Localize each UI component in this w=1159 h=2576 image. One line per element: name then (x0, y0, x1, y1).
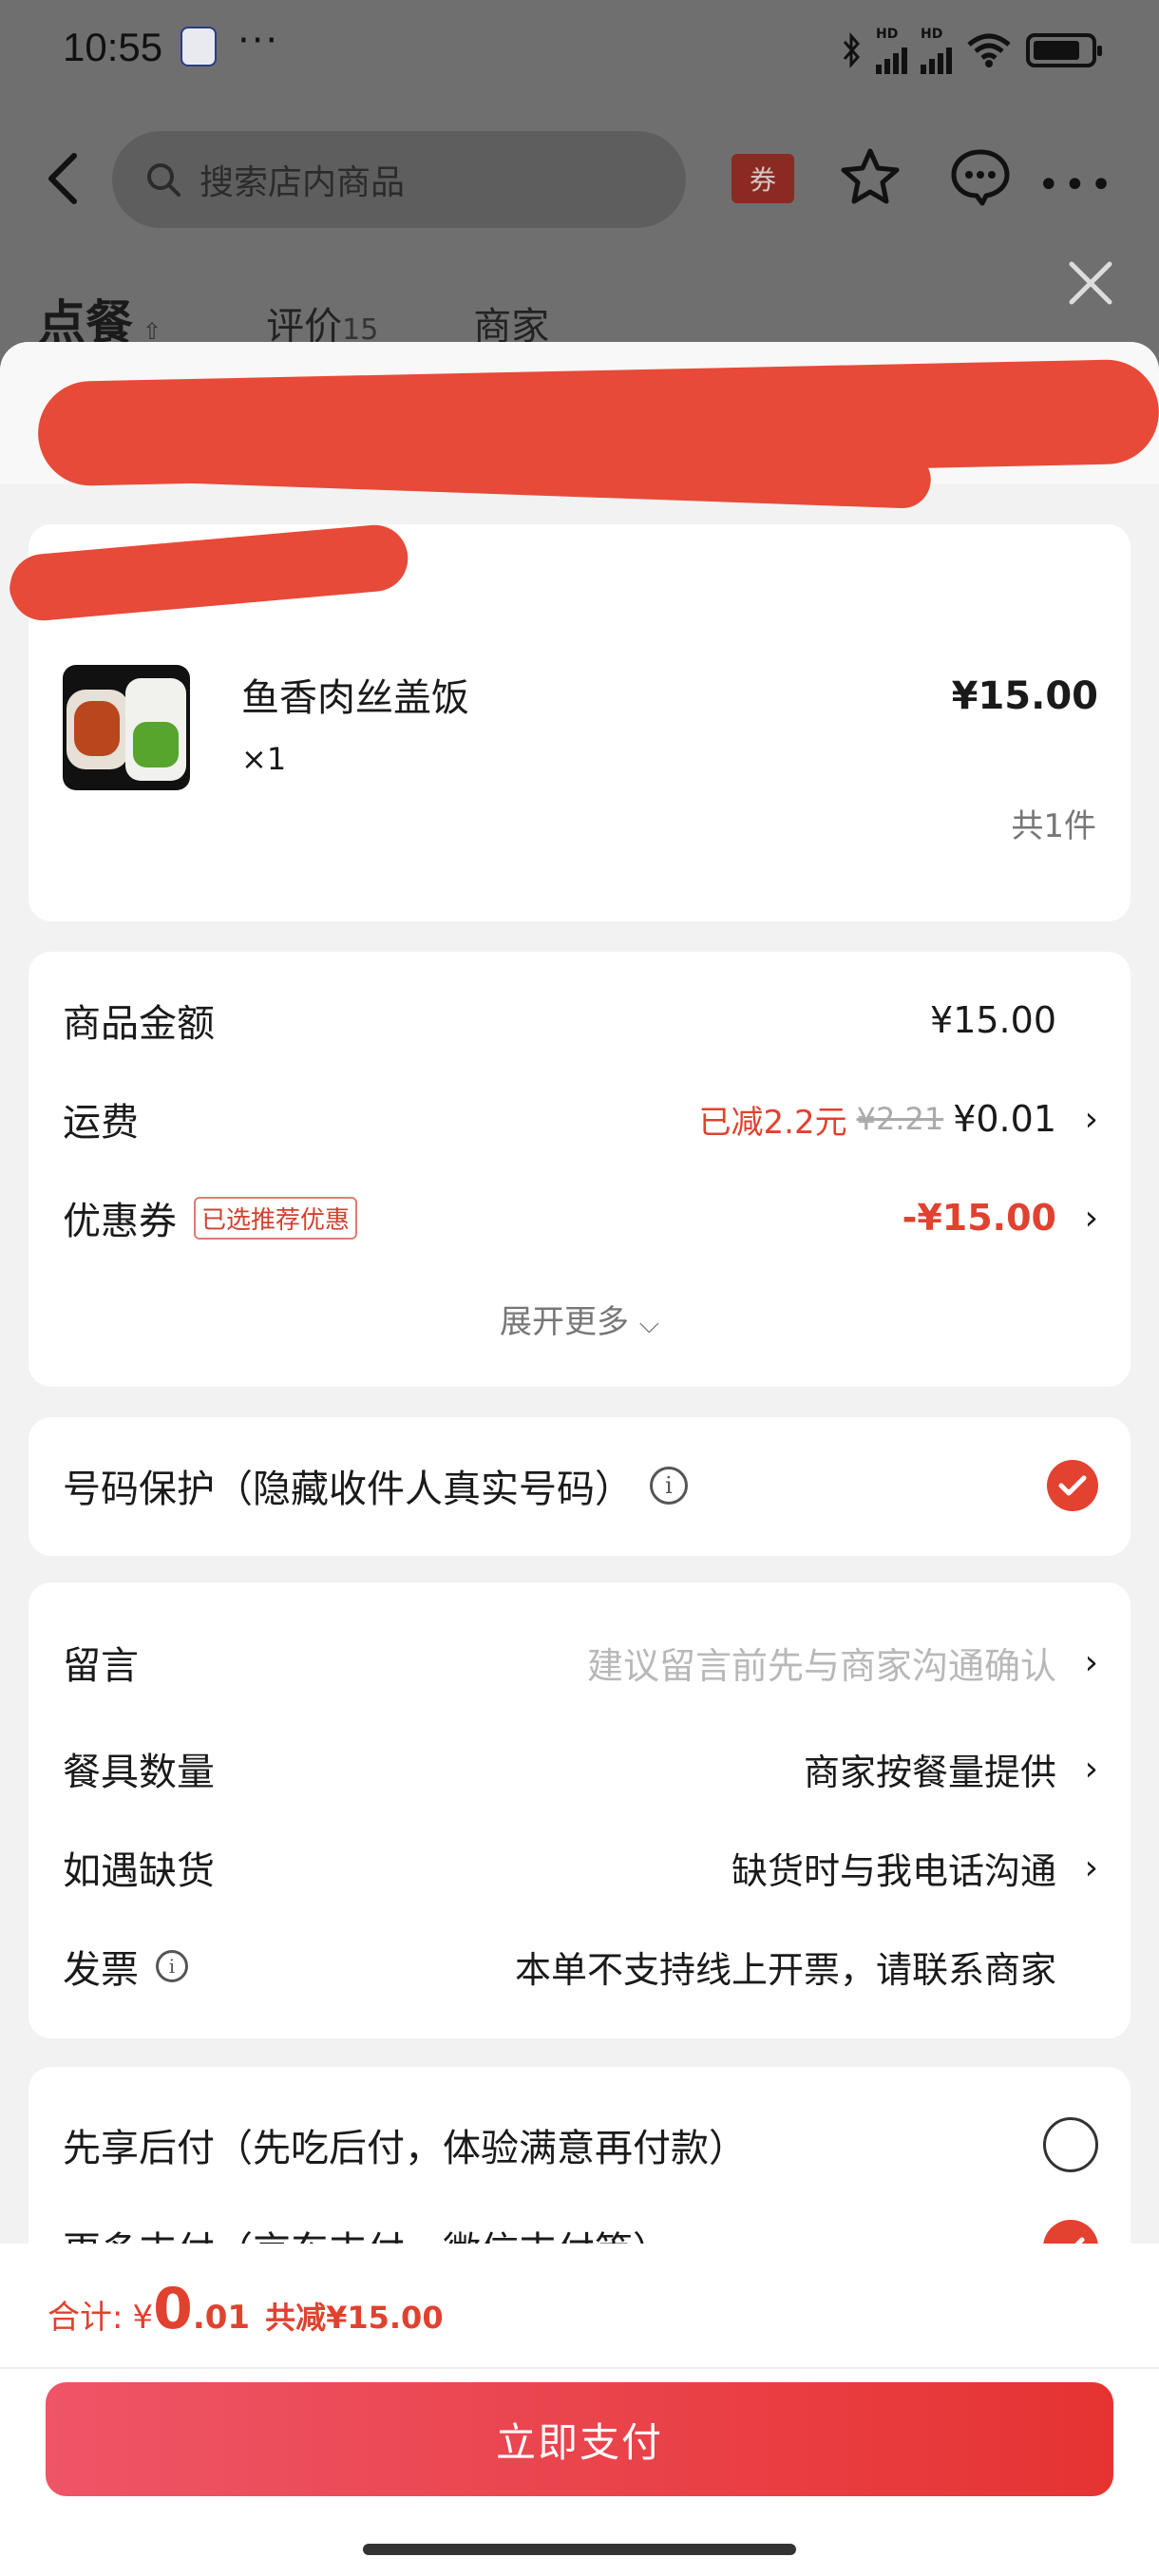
customer-service-icon[interactable] (948, 146, 1015, 207)
goods-amount-value: ¥15.00 (930, 999, 1056, 1041)
chevron-right-icon: › (1084, 1642, 1098, 1682)
total-currency: ¥ (132, 2299, 154, 2337)
signal-icon-2 (921, 42, 952, 74)
pay-later-radio[interactable] (1043, 2117, 1098, 2172)
fees-card: 商品金额 ¥15.00 运费 已减2.2元 ¥2.21 ¥0.01 › 优惠券 … (28, 952, 1130, 1387)
shipping-label: 运费 (63, 1101, 139, 1145)
total-saved: 共减¥15.00 (265, 2300, 444, 2336)
message-label: 留言 (63, 1644, 139, 1688)
back-arrow-icon[interactable] (42, 150, 84, 207)
info-icon[interactable]: i (650, 1467, 688, 1505)
stockout-label: 如遇缺货 (63, 1849, 215, 1893)
shipping-amount: ¥0.01 (953, 1098, 1056, 1140)
shipping-row[interactable]: 运费 已减2.2元 ¥2.21 ¥0.01 › (63, 1090, 1098, 1147)
privacy-card: 号码保护（隐藏收件人真实号码） i (28, 1417, 1130, 1556)
search-row: 搜索店内商品 券 ••• (0, 123, 1159, 228)
shipping-discount: 已减2.2元 (698, 1103, 847, 1142)
hd-label-1: HD (876, 27, 899, 42)
number-protection-checkbox[interactable] (1047, 1460, 1098, 1511)
chevron-right-icon: › (1084, 1847, 1098, 1887)
checkout-sheet: 鱼香肉丝盖饭 ×1 ¥15.00 共1件 商品金额 ¥15.00 运费 已减2.… (0, 342, 1159, 2576)
info-icon[interactable]: i (156, 1950, 188, 1982)
total-label: 合计: (48, 2299, 124, 2337)
checkout-bar: 合计: ¥ 0 .01 共减¥15.00 立即支付 (0, 2244, 1159, 2576)
goods-amount-label: 商品金额 (63, 1002, 215, 1046)
status-bar: 10:55 ··· HD HD (0, 0, 1159, 95)
battery-icon (1026, 33, 1102, 67)
number-protection-row[interactable]: 号码保护（隐藏收件人真实号码） i (63, 1457, 1098, 1514)
chevron-right-icon: › (1084, 1198, 1098, 1238)
invoice-row: 发票 i 本单不支持线上开票，请联系商家 (63, 1938, 1098, 1995)
coupon-row[interactable]: 优惠券 已选推荐优惠 -¥15.00 › (63, 1189, 1098, 1246)
message-row[interactable]: 留言 建议留言前先与商家沟通确认 › (63, 1634, 1098, 1691)
total-integer: 0 (153, 2276, 193, 2342)
divider (0, 2367, 1159, 2369)
chevron-right-icon: › (1084, 1749, 1098, 1789)
product-quantity: ×1 (241, 741, 287, 777)
coupon-amount: -¥15.00 (902, 1197, 1056, 1239)
pay-later-row[interactable]: 先享后付（先吃后付，体验满意再付款） (63, 2116, 1098, 2173)
favorite-star-icon[interactable] (840, 146, 901, 207)
search-icon (147, 163, 180, 197)
chevron-down-icon: ⌵ (638, 1308, 660, 1339)
product-item[interactable]: 鱼香肉丝盖饭 ×1 ¥15.00 (63, 665, 1098, 798)
order-total: 合计: ¥ 0 .01 共减¥15.00 (48, 2276, 444, 2342)
invoice-value: 本单不支持线上开票，请联系商家 (514, 1948, 1056, 1991)
pay-now-button[interactable]: 立即支付 (46, 2382, 1113, 2496)
order-options-card: 留言 建议留言前先与商家沟通确认 › 餐具数量 商家按餐量提供 › 如遇缺货 缺… (28, 1582, 1130, 2038)
app-notification-icon (180, 27, 217, 66)
signal-icon (876, 42, 907, 74)
chevron-right-icon: › (1084, 1099, 1098, 1139)
goods-amount-row: 商品金额 ¥15.00 (63, 992, 1098, 1049)
hd-label-2: HD (921, 27, 943, 42)
more-options-icon[interactable]: ••• (1037, 163, 1116, 207)
stockout-value: 缺货时与我电话沟通 (731, 1849, 1056, 1892)
status-time: 10:55 (63, 25, 163, 69)
tab-order-arrow-icon: ⇧ (142, 318, 162, 345)
tableware-value: 商家按餐量提供 (803, 1751, 1056, 1793)
tableware-label: 餐具数量 (63, 1751, 215, 1794)
bluetooth-icon (843, 32, 860, 68)
status-icons: HD HD (842, 27, 1102, 74)
product-image (63, 665, 190, 790)
expand-more-button[interactable]: 展开更多 ⌵ (28, 1296, 1130, 1342)
coupon-badge: 已选推荐优惠 (194, 1196, 358, 1240)
order-items-card: 鱼香肉丝盖饭 ×1 ¥15.00 共1件 (7, 521, 1130, 921)
background-page: 10:55 ··· HD HD 搜索店内商品 券 ••• 点餐 ⇧ 评价15 商… (0, 0, 1159, 380)
pay-later-label: 先享后付（先吃后付，体验满意再付款） (63, 2127, 747, 2170)
search-input[interactable]: 搜索店内商品 (112, 131, 686, 228)
checkmark-icon (1058, 1475, 1087, 1496)
close-icon[interactable] (1064, 256, 1117, 310)
message-placeholder: 建议留言前先与商家沟通确认 (586, 1644, 1056, 1687)
more-notifications-icon: ··· (238, 19, 280, 63)
coupon-label: 优惠券 (63, 1200, 177, 1243)
tableware-row[interactable]: 餐具数量 商家按餐量提供 › (63, 1740, 1098, 1797)
home-indicator[interactable] (363, 2544, 796, 2555)
number-protection-label: 号码保护（隐藏收件人真实号码） (63, 1468, 633, 1511)
coupon-button[interactable]: 券 (732, 154, 794, 203)
product-name: 鱼香肉丝盖饭 (241, 676, 469, 720)
stockout-row[interactable]: 如遇缺货 缺货时与我电话沟通 › (63, 1839, 1098, 1896)
expand-more-label: 展开更多 (499, 1303, 629, 1341)
shipping-original-price: ¥2.21 (856, 1101, 944, 1137)
invoice-label: 发票 (63, 1948, 139, 1992)
item-count: 共1件 (1011, 807, 1096, 845)
total-decimal: .01 (192, 2299, 251, 2337)
wifi-icon (967, 33, 1011, 67)
product-price: ¥15.00 (951, 674, 1098, 718)
search-placeholder: 搜索店内商品 (200, 163, 406, 202)
